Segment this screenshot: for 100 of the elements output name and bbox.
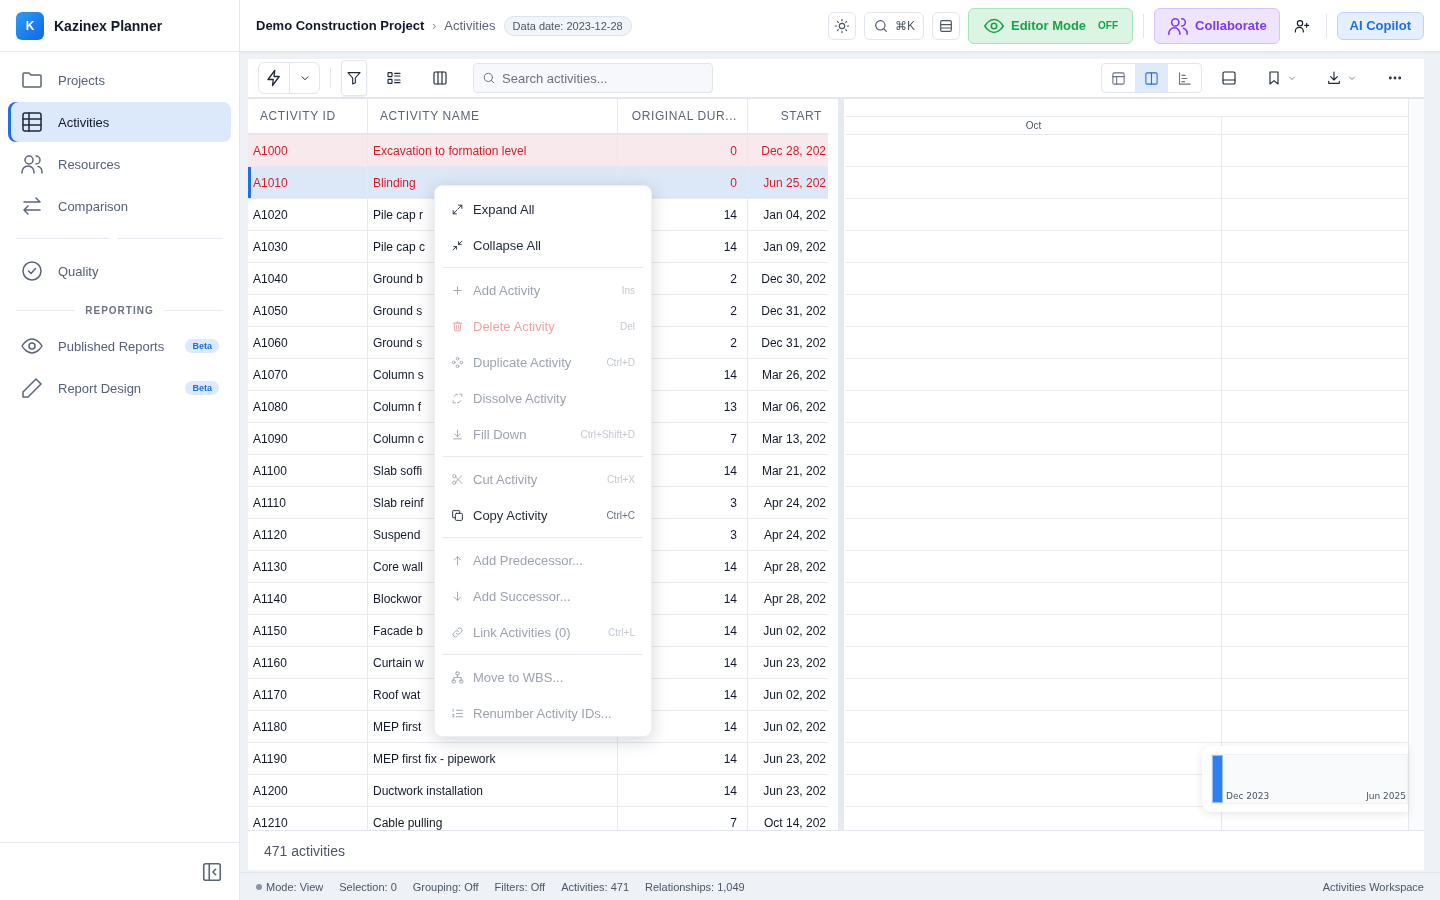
table-cell: A1160 [253,655,287,670]
month-label: Oct [1025,120,1042,131]
filter-icon [346,70,362,86]
table-cell: A1090 [253,431,288,446]
shortcut-label: Del [620,320,635,332]
list-icon [386,70,402,86]
theme-button[interactable] [827,11,856,40]
users-icon [20,152,44,176]
table-cell: Mar 06, 202 [761,399,826,414]
sidebar-item[interactable]: Projects [8,60,231,100]
column-header[interactable]: ORIGINAL DUR... [618,99,748,133]
sidebar-item[interactable]: Resources [8,144,231,184]
table-cell: Jun 23, 202 [763,751,826,766]
table-cell: MEP first [373,719,422,734]
table-cell: A1080 [253,399,288,414]
rows-icon [938,17,954,34]
check-circle-icon [20,259,44,283]
table-cell: 14 [723,783,737,798]
table-cell: Apr 28, 202 [763,559,826,574]
sun-icon [833,17,850,34]
table-cell: 14 [723,559,737,574]
arrow-down-icon [451,589,464,603]
sidebar-item[interactable]: Comparison [8,186,231,226]
table-cell: 2 [730,271,737,286]
table-cell: Oct 14, 202 [763,815,826,830]
hierarchy-icon [451,670,464,684]
column-header[interactable]: ACTIVITY NAME [368,99,618,133]
table-icon [20,110,44,134]
bookmark-icon [1266,70,1282,86]
table-cell: Apr 24, 202 [763,527,826,542]
table-cell: 14 [723,751,737,766]
table-cell: A1020 [253,207,288,222]
collaborate-button[interactable]: Collaborate [1154,7,1280,44]
section-label: REPORTING [85,305,154,316]
layout-button[interactable] [932,11,960,40]
table-cell: A1010 [253,175,288,190]
status-item: Grouping: Off [412,880,479,893]
table-cell: Jun 02, 202 [763,623,826,638]
table-cell: 13 [723,399,737,414]
timeline-minimap[interactable]: Dec 2023 Jun 2025 [1202,746,1408,812]
range-handle[interactable] [1212,755,1223,803]
quick-actions-button[interactable] [258,62,320,94]
table-cell: Apr 28, 202 [763,591,826,606]
copy-icon [451,508,464,522]
status-dot [256,883,262,890]
ai-copilot-button[interactable]: AI Copilot [1336,11,1424,40]
search-field[interactable]: Search activities... [473,63,713,93]
app-logo: K [16,11,44,40]
table-cell: A1200 [253,783,288,798]
table-cell: Pile cap r [373,207,424,222]
dissolve-icon [451,391,464,405]
breadcrumb-link[interactable]: Demo Construction Project [256,18,425,33]
column-header[interactable]: ACTIVITY ID [248,99,368,133]
table-cell: 14 [723,463,737,478]
download-icon [1326,70,1342,86]
user-plus-icon [1293,17,1310,34]
sidebar-item[interactable]: Report Design Beta [8,368,231,408]
table-cell: A1040 [253,271,288,286]
table-row[interactable]: A1190 MEP first fix - pipework 14 Jun 23, 202 [248,743,828,775]
view-mode-button[interactable] [1135,64,1168,92]
command-search-button[interactable]: ⌘K [863,11,924,40]
table-cell: Ground s [373,303,423,318]
table-cell: 14 [723,207,737,222]
table-cell: A1070 [253,367,288,382]
table-cell: Slab soffi [373,463,423,478]
table-cell: 14 [723,655,737,670]
table-cell: Dec 31, 202 [761,303,826,318]
column-header[interactable]: START [748,99,828,133]
table-row[interactable]: A1000 Excavation to formation level 0 Dec 28, 202 [248,135,828,167]
table-cell: A1210 [253,815,288,830]
table-cell: 2 [730,335,737,350]
breadcrumb-separator: › [432,18,437,33]
sidebar-item[interactable]: Published Reports Beta [8,326,231,366]
table-cell: Mar 26, 202 [761,367,826,382]
table-cell: Suspend [373,527,421,542]
sidebar-item[interactable]: Quality [8,251,231,291]
table-cell: Dec 31, 202 [761,335,826,350]
sidebar-collapse-icon [201,860,223,883]
sidebar-item[interactable]: Activities [8,102,231,142]
table-row[interactable]: A1200 Ductwork installation 14 Jun 23, 202 [248,775,828,807]
table-cell: Mar 21, 202 [761,463,826,478]
table-cell: 3 [730,495,737,510]
collapse-icon [451,238,464,252]
collapse-sidebar-button[interactable] [201,860,223,883]
table-cell: Jan 04, 202 [763,207,826,222]
table-cell: A1110 [253,495,286,510]
nodes-icon [451,355,464,369]
table-cell: A1190 [253,751,287,766]
table-cell: A1120 [253,527,287,542]
trash-icon [451,319,464,333]
breadcrumb-link[interactable]: Activities [444,18,496,33]
scrollbar[interactable] [1408,99,1424,830]
table-cell: Jun 23, 202 [763,655,826,670]
table-cell: A1130 [253,559,287,574]
status-item: Mode: View [266,880,324,893]
table-cell: Ductwork installation [373,783,484,798]
filter-button[interactable] [341,60,367,96]
scissors-icon [451,472,464,486]
status-item: Relationships: 1,049 [645,880,745,893]
data-date-badge: Data date: 2023-12-28 [503,15,632,36]
